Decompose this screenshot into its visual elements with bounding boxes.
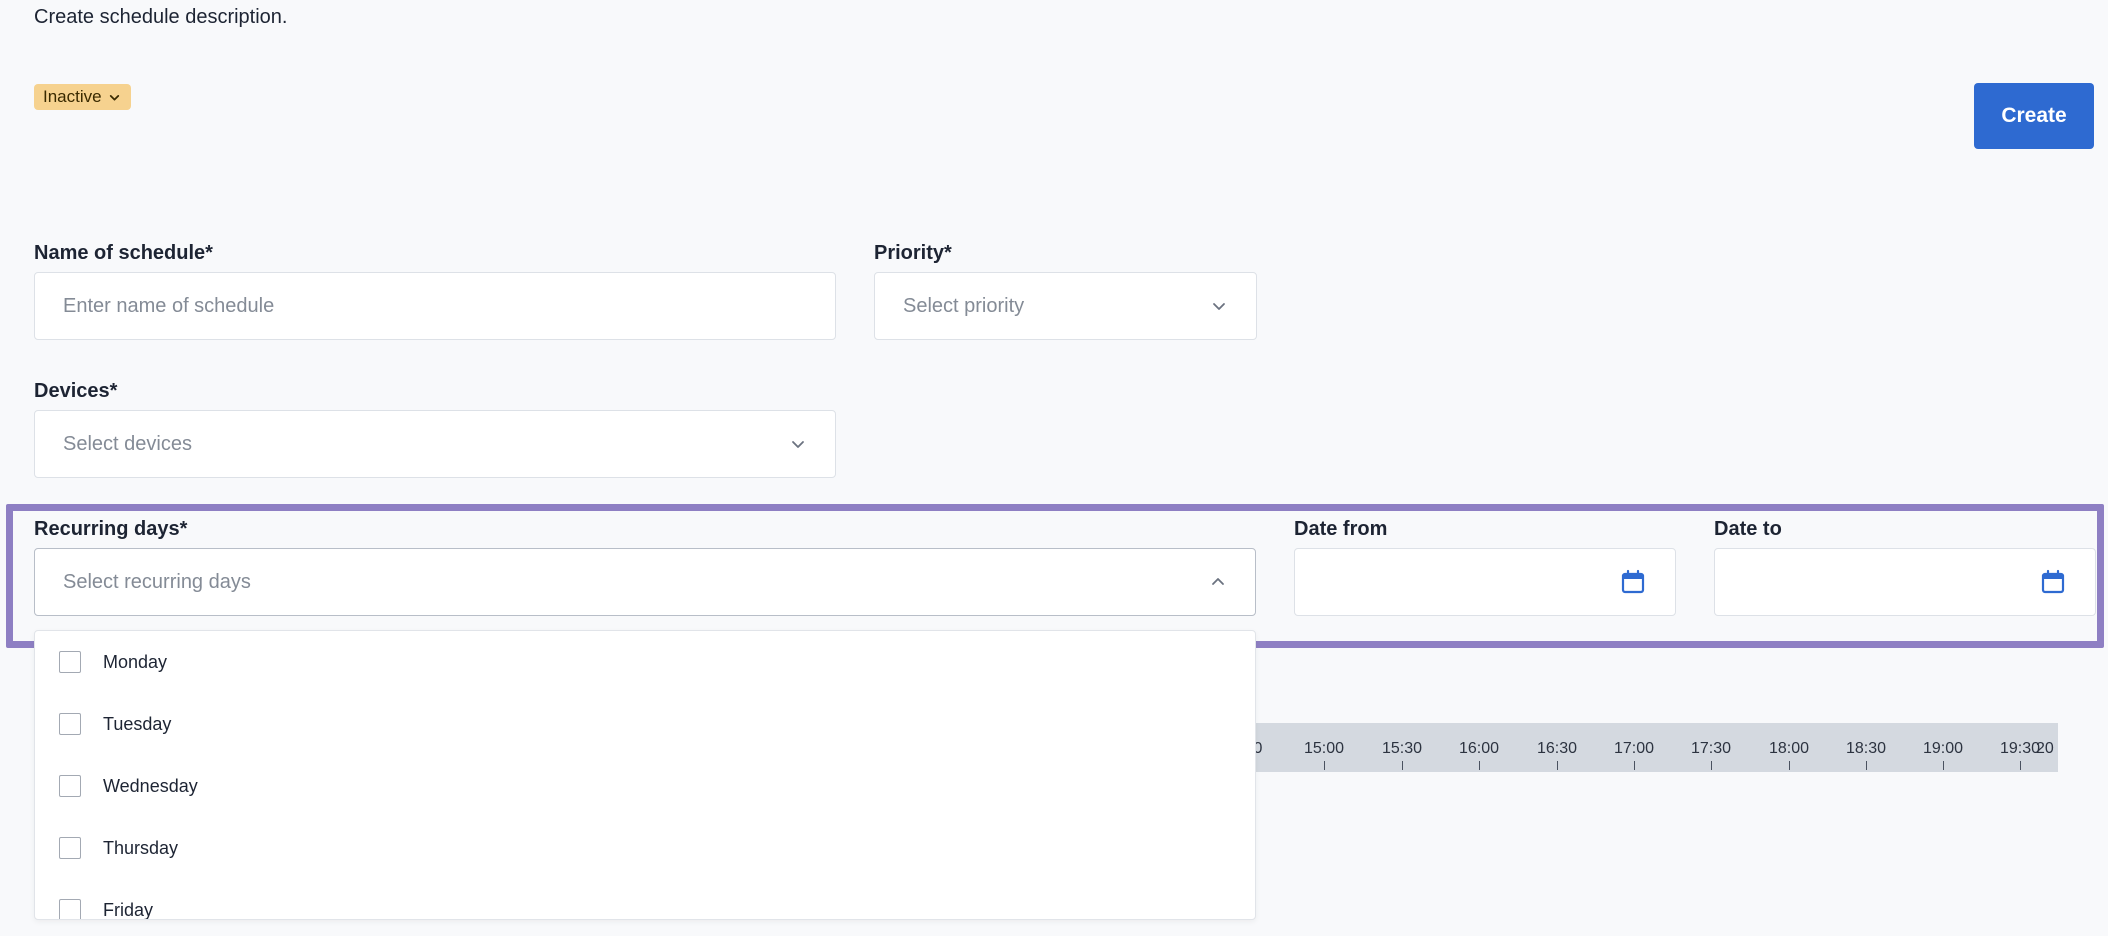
name-label: Name of schedule* (34, 242, 213, 264)
recurring-days-dropdown: Monday Tuesday Wednesday Thursday Friday (34, 630, 1256, 920)
option-label: Tuesday (103, 713, 172, 734)
devices-label: Devices* (34, 380, 118, 402)
calendar-icon[interactable] (2039, 568, 2067, 596)
recurring-days-label: Recurring days* (34, 518, 188, 540)
schedule-description: Create schedule description. (34, 6, 288, 28)
date-to-input[interactable] (1714, 548, 2096, 616)
timeline-ruler: 0 15:00 15:30 16:00 16:30 17:00 17:30 18… (1200, 723, 2058, 772)
checkbox[interactable] (59, 713, 81, 735)
option-label: Friday (103, 899, 154, 920)
priority-placeholder: Select priority (903, 294, 1025, 317)
option-thursday[interactable]: Thursday (35, 817, 1255, 879)
option-wednesday[interactable]: Wednesday (35, 755, 1255, 817)
devices-select[interactable]: Select devices (34, 410, 836, 478)
option-label: Thursday (103, 837, 179, 858)
option-label: Monday (103, 651, 168, 672)
status-badge[interactable]: Inactive (34, 84, 131, 110)
checkbox[interactable] (59, 899, 81, 919)
schedule-name-placeholder: Enter name of schedule (63, 294, 275, 317)
checkbox[interactable] (59, 837, 81, 859)
chevron-down-icon (109, 94, 119, 101)
status-badge-label: Inactive (43, 87, 102, 106)
date-from-label: Date from (1294, 518, 1388, 540)
priority-label: Priority* (874, 242, 952, 264)
date-to-label: Date to (1714, 518, 1782, 540)
chevron-down-icon (792, 441, 804, 448)
option-tuesday[interactable]: Tuesday (35, 693, 1255, 755)
option-label: Wednesday (103, 775, 198, 796)
chevron-up-icon (1212, 578, 1224, 585)
recurring-days-placeholder: Select recurring days (63, 570, 251, 593)
checkbox[interactable] (59, 651, 81, 673)
schedule-name-input[interactable]: Enter name of schedule (34, 272, 836, 340)
checkbox[interactable] (59, 775, 81, 797)
calendar-icon[interactable] (1619, 568, 1647, 596)
date-from-input[interactable] (1294, 548, 1676, 616)
option-friday[interactable]: Friday (35, 879, 1255, 920)
create-button[interactable]: Create (1974, 83, 2094, 149)
option-monday[interactable]: Monday (35, 631, 1255, 693)
priority-select[interactable]: Select priority (874, 272, 1257, 340)
devices-placeholder: Select devices (63, 432, 192, 455)
recurring-days-select[interactable]: Select recurring days (34, 548, 1256, 616)
chevron-down-icon (1213, 303, 1225, 310)
